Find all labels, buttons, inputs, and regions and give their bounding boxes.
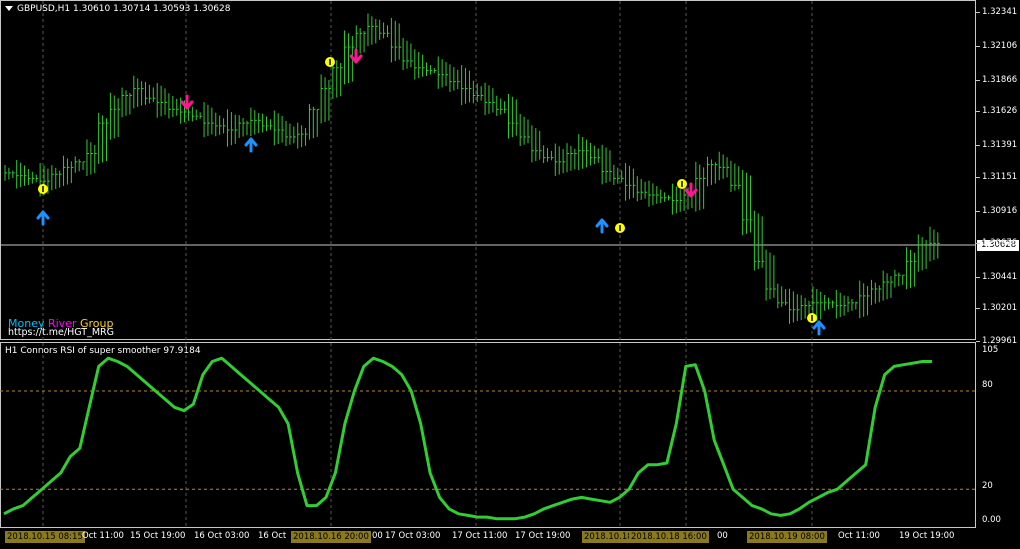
price-tick-label: 1.31626 xyxy=(982,106,1018,116)
price-tick-mark xyxy=(976,111,980,112)
price-tick-label: 1.31391 xyxy=(982,140,1018,150)
time-tick-label: 19 Oct 19:00 xyxy=(899,531,955,541)
indicator-tick-label: 105 xyxy=(982,345,999,355)
indicator-tick-label: 0.00 xyxy=(982,515,1001,525)
price-tick-mark xyxy=(976,177,980,178)
price-tick-label: 1.31866 xyxy=(982,75,1018,85)
price-tick-label: 1.30676 xyxy=(982,238,1018,248)
price-tick-label: 1.30916 xyxy=(982,206,1018,216)
buy-arrow-icon xyxy=(812,320,826,336)
time-tick-label: 16 Oct xyxy=(258,531,287,541)
price-tick-label: 1.30441 xyxy=(982,272,1018,282)
chart-canvas xyxy=(0,1,976,527)
time-tick-label: 2018.10.16 20:00 xyxy=(291,531,371,543)
price-tick-label: 1.31151 xyxy=(982,172,1018,182)
price-tick-mark xyxy=(976,211,980,212)
time-tick-label: 17 Oct 11:00 xyxy=(452,531,508,541)
price-tick-mark xyxy=(976,243,980,244)
time-tick-label: 2018.10.15 08:15 xyxy=(5,531,85,543)
price-tick-label: 1.32106 xyxy=(982,41,1018,51)
indicator-tick-label: 20 xyxy=(982,481,993,491)
price-tick-mark xyxy=(976,80,980,81)
price-tick-mark xyxy=(976,341,980,342)
time-tick-label: 00 xyxy=(717,531,728,541)
buy-arrow-icon xyxy=(595,218,609,234)
buy-arrow-icon xyxy=(244,137,258,153)
time-tick-label: Oct 11:00 xyxy=(82,531,124,541)
price-tick-label: 1.32341 xyxy=(982,7,1018,17)
price-tick-mark xyxy=(976,145,980,146)
buy-arrow-icon xyxy=(36,210,50,226)
time-tick-label: 2018.10.19 08:00 xyxy=(747,531,827,543)
time-tick-label: 15 Oct 19:00 xyxy=(130,531,186,541)
price-tick-mark xyxy=(976,277,980,278)
time-tick-label: 2018.10.18 16:00 xyxy=(629,531,709,543)
price-tick-mark xyxy=(976,308,980,309)
time-tick-label: 16 Oct 03:00 xyxy=(194,531,250,541)
indicator-tick-label: 80 xyxy=(982,380,993,390)
price-tick-mark xyxy=(976,46,980,47)
sell-arrow-icon xyxy=(180,94,194,110)
price-tick-label: 1.30201 xyxy=(982,303,1018,313)
time-tick-label: 00 xyxy=(372,531,383,541)
time-tick-label: 17 Oct 19:00 xyxy=(515,531,571,541)
rsi-series-line xyxy=(3,356,932,521)
time-tick-label: 17 Oct 03:00 xyxy=(385,531,441,541)
sell-arrow-icon xyxy=(684,182,698,198)
brand-url[interactable]: https://t.me/HGT_MRG xyxy=(8,327,114,338)
price-tick-mark xyxy=(976,12,980,13)
time-tick-label: Oct 11:00 xyxy=(838,531,880,541)
